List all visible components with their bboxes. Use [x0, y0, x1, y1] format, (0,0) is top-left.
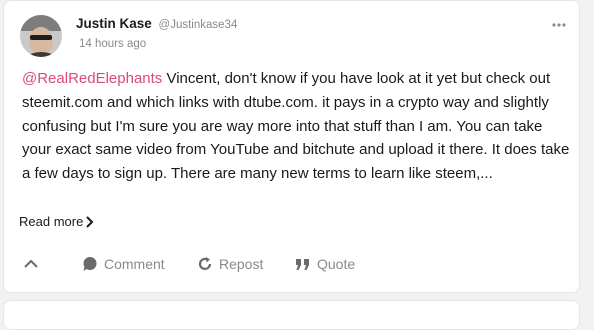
- next-post-card: [3, 300, 580, 330]
- repost-button[interactable]: Repost: [197, 256, 263, 272]
- author-name[interactable]: Justin Kase: [76, 16, 152, 31]
- read-more-label: Read more: [19, 214, 84, 229]
- mention-link[interactable]: @RealRedElephants: [22, 70, 162, 87]
- quote-icon: [296, 259, 309, 270]
- collapse-button[interactable]: [22, 257, 46, 269]
- chevron-up-icon: [24, 259, 38, 268]
- more-options-button[interactable]: [551, 17, 567, 27]
- comment-bubble-icon: [83, 257, 97, 271]
- post-body: @RealRedElephants Vincent, don't know if…: [22, 67, 574, 186]
- quote-label: Quote: [317, 256, 356, 272]
- read-more-link[interactable]: Read more: [19, 214, 94, 229]
- chevron-right-icon: [86, 215, 94, 228]
- comment-button[interactable]: Comment: [82, 256, 165, 272]
- repost-icon: [198, 257, 212, 270]
- repost-label: Repost: [219, 256, 264, 272]
- author-handle[interactable]: @Justinkase34: [159, 19, 238, 31]
- quote-button[interactable]: Quote: [295, 256, 355, 272]
- post-timestamp: 14 hours ago: [79, 38, 147, 50]
- avatar[interactable]: [20, 15, 62, 57]
- author-name-line: Justin Kase @Justinkase34: [76, 16, 237, 31]
- post-card: Justin Kase @Justinkase34 14 hours ago @…: [3, 0, 580, 293]
- comment-label: Comment: [104, 256, 165, 272]
- more-horizontal-icon: [552, 23, 566, 27]
- post-actions: Comment Repost Quote: [4, 256, 579, 278]
